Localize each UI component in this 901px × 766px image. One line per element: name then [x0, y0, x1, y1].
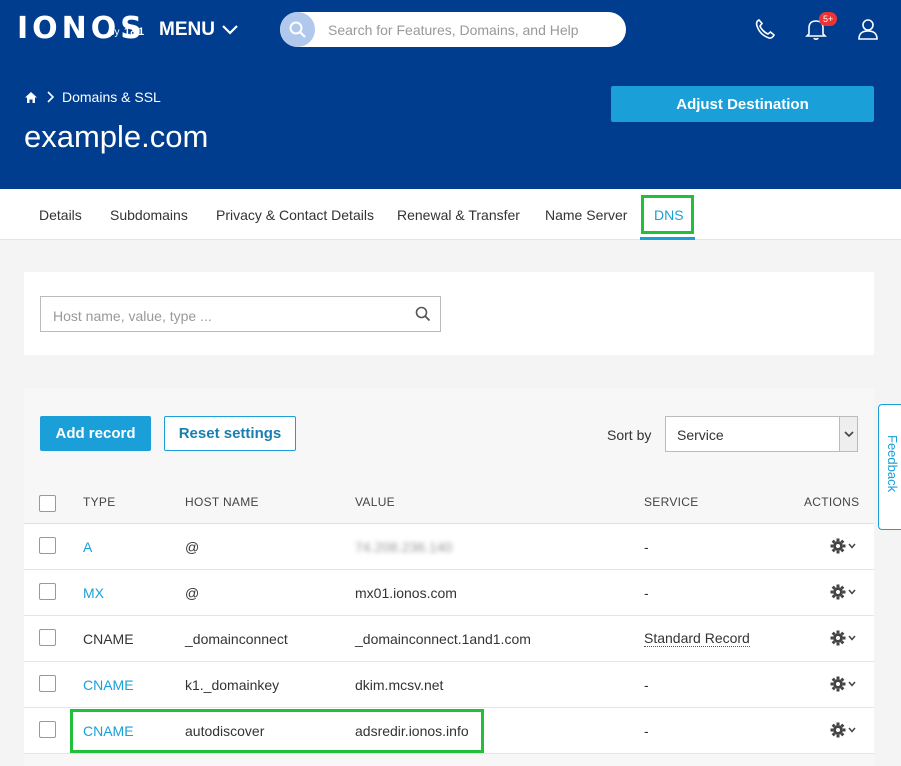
tab-details[interactable]: Details	[39, 206, 82, 224]
record-host: k1._domainkey	[185, 677, 280, 693]
top-bar: IONOS by 1&1 MENU Search for Features, D…	[0, 0, 901, 60]
chevron-down-icon	[848, 681, 856, 687]
gear-icon	[830, 630, 846, 646]
chevron-down-icon	[848, 589, 856, 595]
record-host: _domainconnect	[185, 631, 288, 647]
header-value[interactable]: VALUE	[355, 494, 395, 510]
row-actions-button[interactable]	[830, 630, 856, 646]
chevron-down-icon	[848, 635, 856, 641]
adjust-destination-button[interactable]: Adjust Destination	[611, 86, 874, 122]
header-type[interactable]: TYPE	[83, 494, 116, 510]
gear-icon	[830, 722, 846, 738]
record-type[interactable]: A	[83, 538, 92, 556]
tab-name-server[interactable]: Name Server	[545, 206, 627, 224]
row-checkbox[interactable]	[39, 583, 56, 600]
gear-icon	[830, 584, 846, 600]
add-record-button[interactable]: Add record	[40, 416, 151, 451]
row-checkbox[interactable]	[39, 629, 56, 646]
breadcrumb-domains-ssl[interactable]: Domains & SSL	[62, 88, 161, 106]
table-row[interactable]: CNAME k1._domainkey dkim.mcsv.net -	[24, 662, 874, 708]
sort-selected-value: Service	[677, 427, 724, 443]
home-icon[interactable]	[24, 91, 38, 104]
reset-settings-button[interactable]: Reset settings	[164, 416, 296, 451]
feedback-tab[interactable]: Feedback	[878, 404, 901, 530]
record-filter-placeholder: Host name, value, type ...	[53, 308, 212, 324]
user-icon[interactable]	[854, 14, 882, 44]
record-filter-input[interactable]: Host name, value, type ...	[40, 296, 441, 332]
menu-label: MENU	[159, 19, 215, 40]
select-all-checkbox[interactable]	[39, 495, 56, 512]
active-tab-indicator	[640, 237, 695, 240]
table-header: TYPE HOST NAME VALUE SERVICE ACTIONS	[24, 482, 874, 524]
record-host: @	[185, 585, 200, 601]
record-value: _domainconnect.1and1.com	[355, 631, 531, 647]
tab-subdomains[interactable]: Subdomains	[110, 206, 188, 224]
row-checkbox[interactable]	[39, 537, 56, 554]
record-value: 74.208.236.140	[355, 539, 453, 555]
tab-renewal-transfer[interactable]: Renewal & Transfer	[397, 206, 520, 224]
breadcrumb: Domains & SSL	[24, 88, 161, 106]
record-service[interactable]: Standard Record	[644, 630, 750, 647]
logo-brand-text: 1&1	[124, 26, 145, 38]
row-actions-button[interactable]	[830, 584, 856, 600]
chevron-right-icon	[47, 91, 54, 103]
table-row[interactable]: MX @ mx01.ionos.com -	[24, 570, 874, 616]
table-row[interactable]: CNAME _domainconnect _domainconnect.1and…	[24, 616, 874, 662]
record-value: dkim.mcsv.net	[355, 677, 444, 693]
page-title: example.com	[24, 119, 209, 154]
sort-select[interactable]: Service	[665, 416, 858, 452]
autodiscover-row-highlight	[70, 709, 484, 753]
tab-bar: Details Subdomains Privacy & Contact Det…	[0, 189, 901, 240]
record-type: CNAME	[83, 631, 134, 647]
record-value: mx01.ionos.com	[355, 585, 457, 601]
tab-privacy-contact[interactable]: Privacy & Contact Details	[216, 206, 374, 224]
row-actions-button[interactable]	[830, 676, 856, 692]
gear-icon	[830, 676, 846, 692]
chevron-down-icon	[848, 727, 856, 733]
search-icon	[414, 305, 432, 328]
logo-by-text: by	[109, 27, 120, 38]
header-service[interactable]: SERVICE	[644, 494, 699, 510]
filter-panel: Host name, value, type ...	[24, 272, 874, 355]
feedback-label: Feedback	[885, 435, 900, 493]
row-actions-button[interactable]	[830, 538, 856, 554]
header-actions: ACTIONS	[804, 495, 860, 509]
header-host-name[interactable]: HOST NAME	[185, 494, 259, 510]
dns-tab-highlight	[641, 195, 694, 234]
row-checkbox[interactable]	[39, 675, 56, 692]
row-actions-button[interactable]	[830, 722, 856, 738]
chevron-down-icon	[222, 25, 238, 35]
notification-badge: 5+	[819, 12, 838, 26]
sort-label: Sort by	[607, 427, 652, 443]
row-checkbox[interactable]	[39, 721, 56, 738]
chevron-down-icon	[848, 543, 856, 549]
menu-button[interactable]: MENU	[159, 17, 239, 43]
phone-icon[interactable]	[751, 14, 779, 44]
page-header: Domains & SSL example.com Adjust Destina…	[0, 60, 901, 189]
search-icon[interactable]	[280, 12, 315, 47]
chevron-down-icon[interactable]	[839, 417, 857, 451]
record-type[interactable]: CNAME	[83, 676, 134, 694]
record-type[interactable]: MX	[83, 584, 104, 602]
record-host: @	[185, 539, 200, 555]
global-search-placeholder: Search for Features, Domains, and Help	[328, 22, 579, 38]
record-service: -	[644, 677, 649, 693]
table-row[interactable]: A @ 74.208.236.140 -	[24, 524, 874, 570]
gear-icon	[830, 538, 846, 554]
record-service: -	[644, 585, 649, 601]
global-search-input[interactable]: Search for Features, Domains, and Help	[280, 12, 626, 47]
record-service: -	[644, 723, 649, 739]
record-service: -	[644, 539, 649, 555]
